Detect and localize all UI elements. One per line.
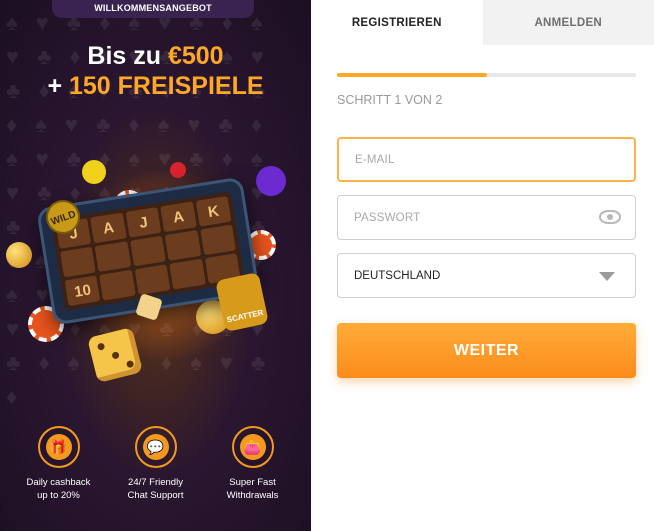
reel-symbol [134, 264, 171, 296]
chat-icon: 💬 [134, 426, 177, 468]
reel-symbol: J [125, 206, 162, 238]
reel-symbol [129, 235, 167, 267]
feature-glyph: 👛 [239, 434, 266, 460]
feature-item: 🎁 Daily cashback up to 20% [13, 426, 105, 502]
reel-symbol [94, 241, 132, 272]
feature-text: Daily cashback up to 20% [13, 476, 105, 502]
reel-symbol [164, 230, 201, 261]
feature-text: Super Fast Withdrawals [207, 476, 299, 502]
cherry-icon [170, 162, 186, 178]
promo-panel: ♠♥♣♦♠♥♣♦♠♥♣♦♠♥♣♦♠♥♣♦♠♥♣♦♠♥♣♦♠♥♣♦♠♥♣♦♠♥♣♦… [0, 0, 311, 531]
reel-symbol [99, 269, 136, 301]
tab-register[interactable]: REGISTRIEREN [311, 0, 483, 45]
coin-icon [6, 242, 32, 268]
country-select[interactable]: DEUTSCHLAND [337, 253, 636, 298]
feature-line1: Daily cashback [26, 477, 91, 488]
registration-form-panel: REGISTRIEREN ANMELDEN SCHRITT 1 VON 2 DE… [311, 0, 654, 531]
feature-line2: up to 20% [37, 490, 80, 501]
show-password-icon[interactable] [599, 210, 621, 224]
feature-item: 👛 Super Fast Withdrawals [207, 426, 299, 502]
password-input[interactable] [338, 196, 635, 239]
feature-line2: Withdrawals [226, 490, 279, 501]
reel-symbol [60, 246, 97, 278]
feature-glyph: 💬 [142, 434, 169, 460]
reel-symbol: 10 [64, 275, 101, 307]
feature-list: 🎁 Daily cashback up to 20% 💬 24/7 Friendly Ch… [0, 426, 311, 502]
reel-symbol [169, 258, 206, 290]
email-input[interactable] [339, 139, 634, 180]
free-spins: 150 FREISPIELE [69, 72, 264, 100]
chevron-down-icon [599, 272, 615, 281]
headline-plus: + [47, 72, 69, 100]
step-indicator: SCHRITT 1 VON 2 [337, 93, 443, 107]
promo-headline: Bis zu €500 + 150 FREISPIELE [0, 42, 311, 102]
lemon-icon [82, 160, 106, 184]
bonus-amount: €500 [167, 42, 224, 70]
feature-line1: Super Fast [229, 477, 276, 488]
registration-page: ♠♥♣♦♠♥♣♦♠♥♣♦♠♥♣♦♠♥♣♦♠♥♣♦♠♥♣♦♠♥♣♦♠♥♣♦♠♥♣♦… [0, 0, 654, 531]
step-progress-fill [337, 73, 487, 77]
feature-line1: 24/7 Friendly [128, 477, 183, 488]
auth-tabs: REGISTRIEREN ANMELDEN [311, 0, 654, 45]
tab-login[interactable]: ANMELDEN [482, 0, 654, 45]
email-field[interactable] [337, 137, 636, 182]
wallet-icon: 👛 [231, 426, 274, 468]
headline-prefix: Bis zu [87, 42, 168, 70]
continue-button[interactable]: WEITER [337, 323, 636, 378]
feature-item: 💬 24/7 Friendly Chat Support [110, 426, 202, 502]
reel-symbol: A [90, 212, 127, 244]
scatter-symbol: SCATTER [215, 271, 269, 333]
reel-symbol [199, 224, 236, 256]
country-value: DEUTSCHLAND [354, 269, 441, 282]
step-progress-bar [337, 73, 636, 77]
plum-icon [256, 166, 286, 196]
feature-text: 24/7 Friendly Chat Support [110, 476, 202, 502]
slot-reels: J A J A K 10 [50, 191, 246, 311]
gift-icon: 🎁 [37, 426, 80, 468]
password-field[interactable] [337, 195, 636, 240]
slot-machine-illustration: J A J A K 10 WILD SCATTER [0, 150, 311, 420]
reel-symbol: K [195, 195, 232, 227]
feature-glyph: 🎁 [45, 434, 72, 460]
welcome-offer-badge: WILLKOMMENSANGEBOT [52, 0, 254, 18]
feature-line2: Chat Support [127, 490, 184, 501]
reel-symbol: A [160, 201, 197, 233]
